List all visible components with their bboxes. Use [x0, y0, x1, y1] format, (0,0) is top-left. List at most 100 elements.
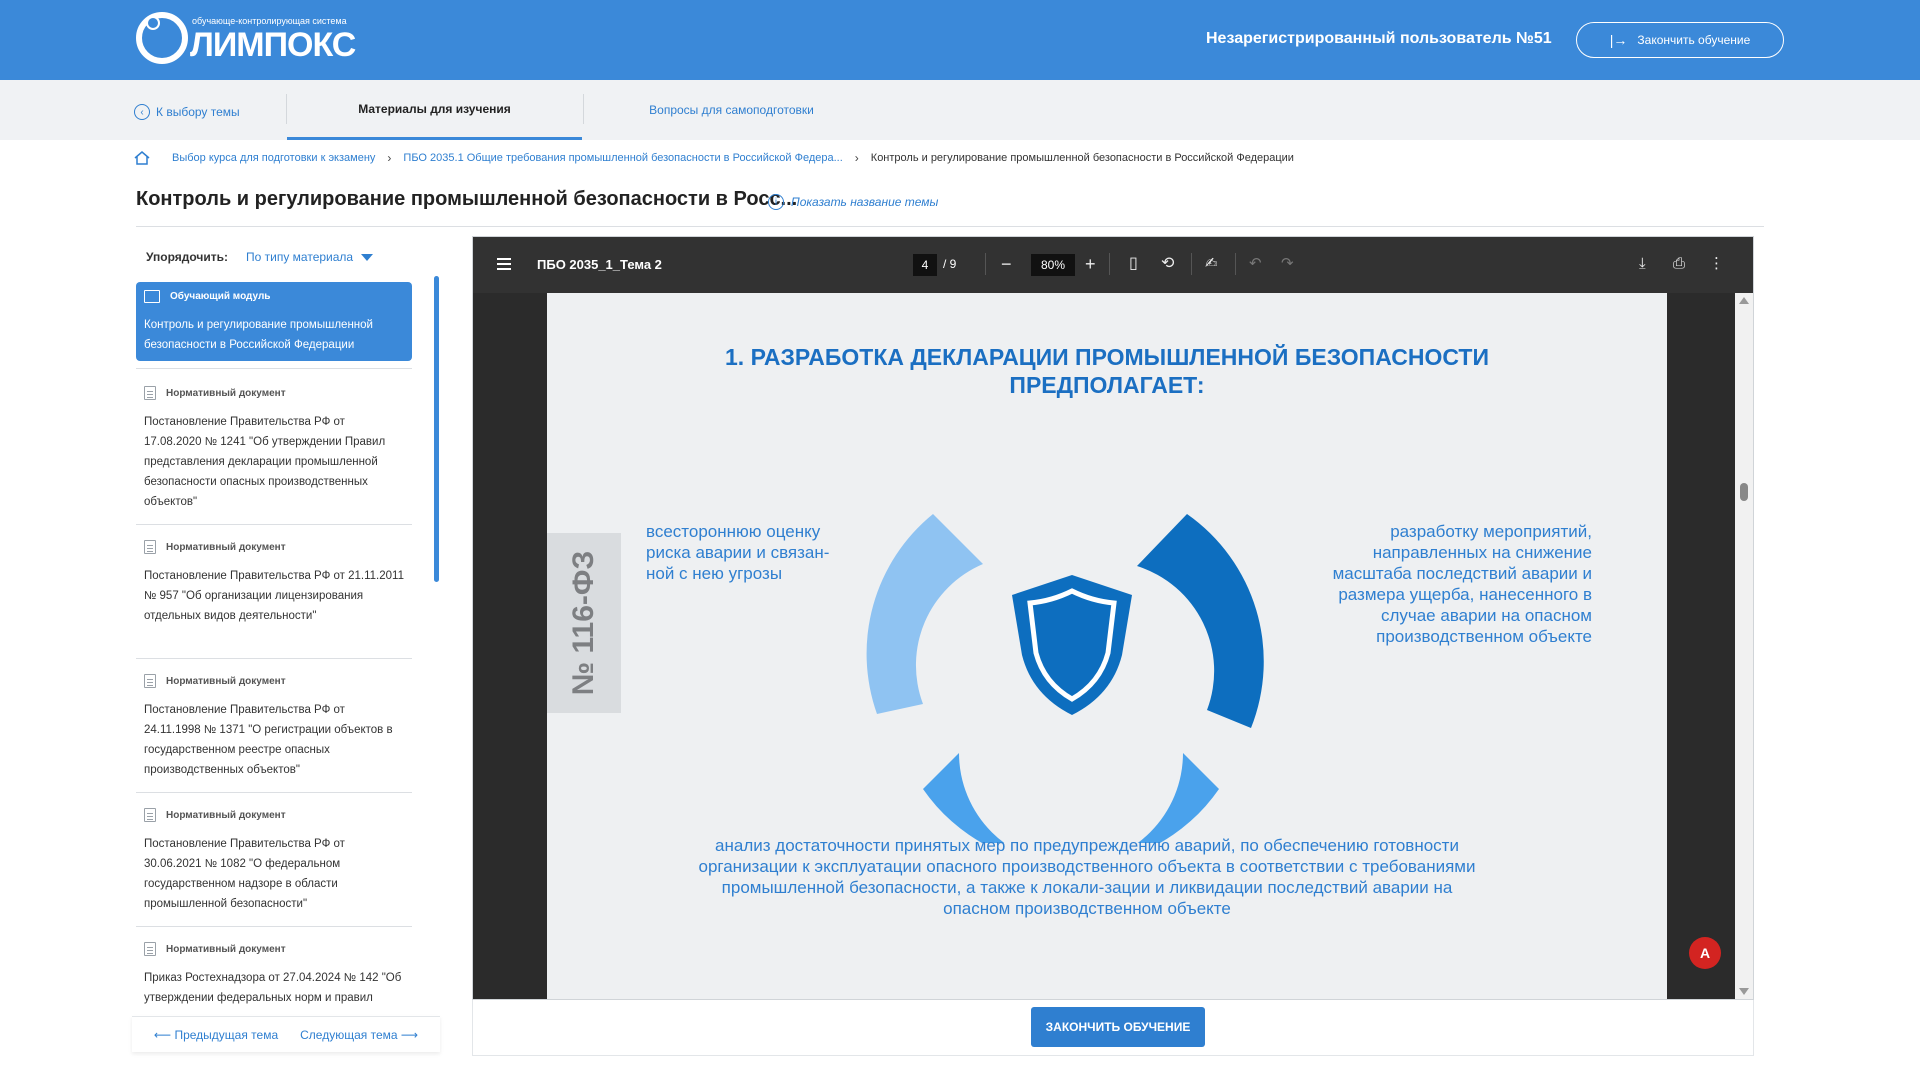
logo[interactable]: обучающе-контролирующая система ЛИМПОКС [134, 8, 356, 72]
material-title: Постановление Правительства РФ от 21.11.… [144, 570, 404, 622]
toolbar-divider [1109, 253, 1110, 275]
law-label: № 116-ФЗ [567, 550, 600, 696]
slide-title-line2: ПРЕДПОЛАГАЕТ: [1009, 372, 1205, 398]
annotate-icon[interactable]: ✍ [1205, 251, 1218, 277]
tab-study-materials[interactable]: Материалы для изучения [287, 80, 582, 140]
document-icon [144, 942, 156, 956]
logo-name: ЛИМПОКС [190, 26, 356, 64]
slide-text-bottom: анализ достаточности принятых мер по пре… [698, 836, 1476, 918]
print-icon[interactable]: ⎙ [1673, 251, 1685, 277]
presentation-icon [144, 290, 160, 303]
show-topic-name-link[interactable]: i Показать название темы [768, 194, 938, 210]
material-item[interactable]: Нормативный документ Постановление Прави… [136, 666, 412, 786]
scroll-down-icon[interactable] [1739, 988, 1749, 995]
material-item[interactable]: Нормативный документ Постановление Прави… [136, 532, 412, 632]
topic-navigation: ⟵ Предыдущая тема Следующая тема ⟶ [132, 1016, 440, 1052]
redo-icon[interactable]: ↷ [1281, 251, 1294, 277]
undo-icon[interactable]: ↶ [1249, 251, 1262, 277]
materials-list: Обучающий модуль Контроль и регулировани… [130, 274, 440, 1004]
previous-topic-label: Предыдущая тема [174, 1027, 279, 1042]
logo-circle-icon [136, 12, 188, 64]
toolbar-divider [985, 253, 986, 275]
material-title: Постановление Правительства РФ от 17.08.… [144, 416, 386, 508]
donut-segment-right [1137, 514, 1264, 728]
material-type: Нормативный документ [166, 675, 286, 687]
document-icon [144, 540, 156, 554]
sort-dropdown[interactable]: По типу материала [246, 250, 374, 264]
slide-title: 1. РАЗРАБОТКА ДЕКЛАРАЦИИ ПРОМЫШЛЕННОЙ БЕ… [547, 343, 1667, 399]
next-topic-label: Следующая тема [300, 1027, 398, 1042]
acrobat-icon[interactable]: A [1689, 937, 1721, 969]
pdf-page: 1. РАЗРАБОТКА ДЕКЛАРАЦИИ ПРОМЫШЛЕННОЙ БЕ… [547, 293, 1667, 999]
sort-label: Упорядочить: [146, 250, 229, 264]
toolbar-divider [1191, 253, 1192, 275]
material-type: Нормативный документ [166, 541, 286, 553]
material-title: Контроль и регулирование промышленной бе… [144, 319, 373, 351]
list-divider [136, 792, 412, 793]
list-divider [136, 524, 412, 525]
fit-page-icon[interactable]: ▯ [1129, 251, 1138, 277]
page-number-input[interactable]: 4 [913, 254, 937, 276]
shield-icon [1012, 575, 1132, 715]
material-title: Постановление Правительства РФ от 24.11.… [144, 704, 393, 776]
zoom-out-icon[interactable]: − [1001, 251, 1012, 277]
user-name: Незарегистрированный пользователь №51 [1206, 30, 1552, 47]
donut-diagram [866, 514, 1264, 843]
pdf-scrollbar[interactable] [1735, 293, 1753, 999]
material-type: Нормативный документ [166, 943, 286, 955]
rotate-icon[interactable]: ⟲ [1161, 251, 1174, 277]
material-type: Нормативный документ [166, 809, 286, 821]
scroll-up-icon[interactable] [1739, 297, 1749, 304]
material-item[interactable]: Нормативный документ Приказ Ростехнадзор… [136, 934, 412, 1004]
exit-icon: |→ [1609, 32, 1628, 48]
slide-text-left: всестороннюю оценку риска аварии и связа… [646, 522, 830, 583]
pdf-viewer: ПБО 2035_1_Тема 2 4 / 9 − 80% + ▯ ⟲ ✍ ↶ … [472, 236, 1754, 1000]
chevron-right-icon: › [387, 151, 392, 165]
material-item[interactable]: Нормативный документ Постановление Прави… [136, 800, 412, 920]
breadcrumb-item-course-selection[interactable]: Выбор курса для подготовки к экзамену [172, 152, 375, 164]
list-divider [136, 926, 412, 927]
tab-self-study-questions[interactable]: Вопросы для самоподготовки [584, 80, 879, 140]
show-topic-name-label: Показать название темы [791, 195, 939, 209]
more-options-icon[interactable]: ⋮ [1709, 251, 1724, 277]
breadcrumb: Выбор курса для подготовки к экзамену › … [134, 150, 1294, 166]
breadcrumb-current: Контроль и регулирование промышленной бе… [870, 152, 1294, 164]
pdf-toolbar: ПБО 2035_1_Тема 2 4 / 9 − 80% + ▯ ⟲ ✍ ↶ … [473, 237, 1753, 293]
scroll-thumb[interactable] [1740, 483, 1748, 501]
caret-down-icon [361, 253, 374, 261]
next-topic-link[interactable]: Следующая тема ⟶ [300, 1028, 418, 1042]
document-icon [144, 808, 156, 822]
material-item[interactable]: Обучающий модуль Контроль и регулировани… [136, 282, 412, 361]
back-to-topics-label: К выбору темы [156, 105, 240, 119]
back-to-topics-link[interactable]: ‹ К выбору темы [134, 104, 240, 120]
home-icon[interactable] [134, 151, 150, 165]
zoom-level-input[interactable]: 80% [1031, 254, 1075, 276]
info-icon: i [768, 194, 784, 210]
finish-training-button[interactable]: ЗАКОНЧИТЬ ОБУЧЕНИЕ [1031, 1007, 1205, 1047]
pdf-file-name: ПБО 2035_1_Тема 2 [537, 257, 662, 272]
title-divider [136, 226, 1764, 227]
finish-training-top-label: Закончить обучение [1637, 33, 1751, 47]
zoom-in-icon[interactable]: + [1085, 251, 1096, 277]
document-icon [144, 674, 156, 688]
sidebar-scrollbar[interactable] [434, 276, 439, 582]
breadcrumb-item-course[interactable]: ПБО 2035.1 Общие требования промышленной… [403, 152, 842, 164]
download-icon[interactable]: ⤓ [1639, 251, 1646, 277]
chevron-left-icon: ‹ [134, 104, 150, 120]
sort-control: Упорядочить: По типу материала [146, 250, 374, 264]
document-icon [144, 386, 156, 400]
material-type: Обучающий модуль [170, 291, 271, 302]
list-divider [136, 368, 412, 369]
page-total: / 9 [943, 257, 957, 271]
material-item[interactable]: Нормативный документ Постановление Прави… [136, 378, 412, 518]
menu-icon[interactable] [497, 258, 511, 260]
material-title: Приказ Ростехнадзора от 27.04.2024 № 142… [144, 972, 402, 1004]
page-title: Контроль и регулирование промышленной бе… [136, 188, 798, 210]
pdf-page-area: 1. РАЗРАБОТКА ДЕКЛАРАЦИИ ПРОМЫШЛЕННОЙ БЕ… [473, 293, 1735, 999]
donut-segment-bottom [923, 753, 1219, 843]
finish-training-top-button[interactable]: |→ Закончить обучение [1576, 22, 1784, 58]
previous-topic-link[interactable]: ⟵ Предыдущая тема [154, 1028, 278, 1042]
donut-segment-left [866, 514, 983, 714]
slide-text-right: разработку мероприятий, направленных на … [1332, 522, 1592, 646]
material-type: Нормативный документ [166, 387, 286, 399]
